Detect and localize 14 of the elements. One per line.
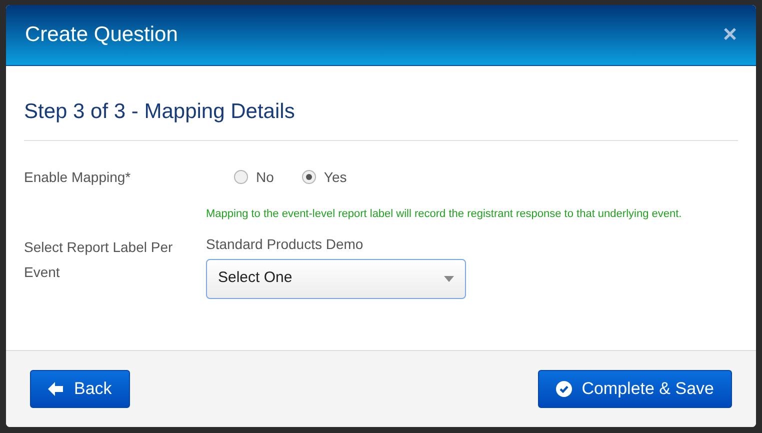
left-arrow-icon [48, 382, 64, 396]
event-name: Standard Products Demo [206, 234, 364, 252]
field-label: Enable Mapping* [24, 168, 132, 187]
radio-option[interactable]: No [234, 166, 274, 188]
hint-text: Mapping to the event-level report label will record the registrant response to that underlying event. [206, 208, 683, 220]
select-field[interactable]: Select One [206, 258, 466, 298]
complete-button[interactable]: Complete & Save [538, 370, 732, 408]
back-button[interactable]: Back [30, 370, 130, 408]
step-title: Step 3 of 3 - Mapping Details [24, 100, 295, 123]
dialog-title: Create Question [25, 22, 178, 48]
field-label: Select Report Label Per Event [24, 238, 174, 282]
check-circle-icon [556, 381, 572, 397]
dropdown-caret-icon [444, 276, 454, 282]
radio-option[interactable]: Yes [302, 166, 347, 188]
